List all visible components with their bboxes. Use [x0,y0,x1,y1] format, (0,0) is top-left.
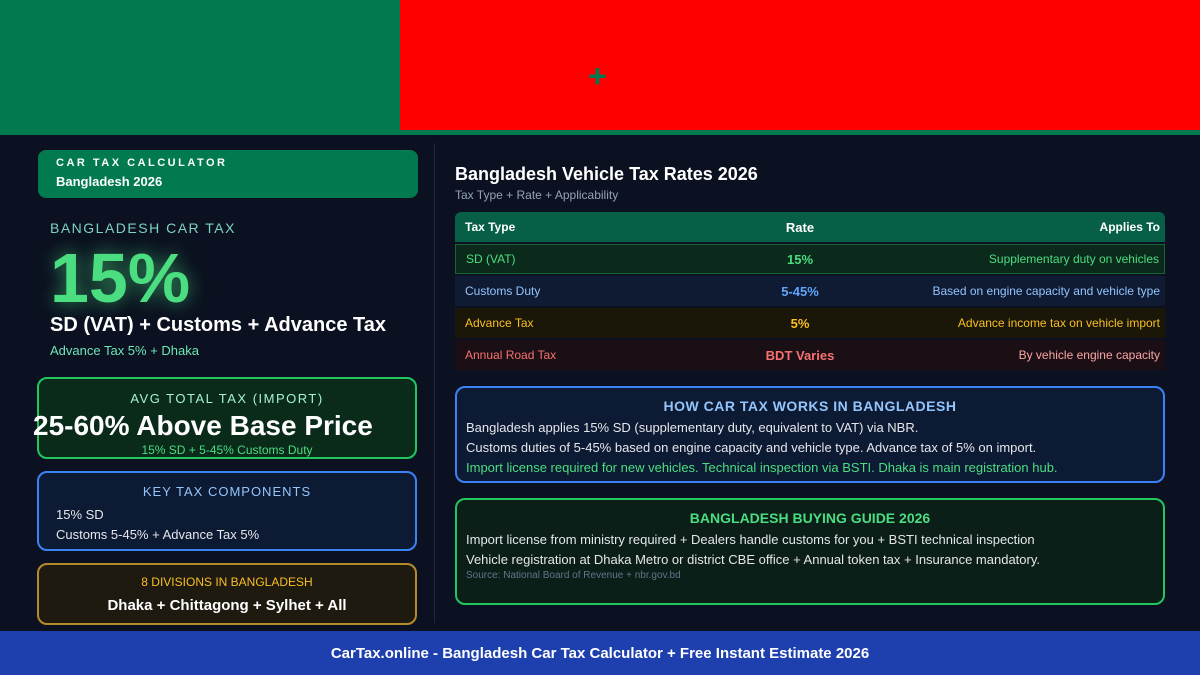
column-header-tax-type: Tax Type [465,220,516,234]
cell-tax-type: Customs Duty [465,284,541,298]
table-row: Annual Road Tax BDT Varies By vehicle en… [455,340,1165,370]
how-card-line: Import license required for new vehicles… [466,460,1058,475]
cell-rate: BDT Varies [765,347,835,363]
headline-rate: 15% [50,239,191,317]
table-row: Advance Tax 5% Advance income tax on veh… [455,308,1165,338]
column-header-applies-to: Applies To [1099,220,1160,234]
cell-applies-to: Supplementary duty on vehicles [988,252,1159,266]
avg-total-tax-value: 25-60% Above Base Price [33,410,373,441]
divisions-card: 8 DIVISIONS IN BANGLADESH Dhaka + Chitta… [37,563,417,625]
table-row: SD (VAT) 15% Supplementary duty on vehic… [455,244,1165,274]
how-card-line: Bangladesh applies 15% SD (supplementary… [466,420,919,435]
tax-rates-table: Tax Type Rate Applies To SD (VAT) 15% Su… [455,212,1165,370]
how-card-title: HOW CAR TAX WORKS IN BANGLADESH [663,398,957,414]
cell-rate: 5% [790,315,810,331]
key-tax-component-line: Customs 5-45% + Advance Tax 5% [56,527,260,542]
buying-guide-card: BANGLADESH BUYING GUIDE 2026 Import lice… [455,498,1165,605]
key-tax-component-line: 15% SD [56,507,104,522]
headline-description: SD (VAT) + Customs + Advance Tax [50,314,387,336]
cell-applies-to: By vehicle engine capacity [1018,348,1160,362]
plus-icon: + [588,58,607,94]
avg-total-tax-label: AVG TOTAL TAX (IMPORT) [130,391,324,406]
cell-applies-to: Based on engine capacity and vehicle typ… [932,284,1161,298]
calculator-country: Bangladesh 2026 [56,174,163,189]
calculator-card: CAR TAX CALCULATOR Bangladesh 2026 [38,150,418,198]
cell-tax-type: SD (VAT) [466,252,516,266]
flag-banner-red-block [400,0,1200,130]
footer-text: CarTax.online - Bangladesh Car Tax Calcu… [330,644,870,662]
rates-title: Bangladesh Vehicle Tax Rates 2026 [455,164,758,184]
cell-tax-type: Advance Tax [465,316,534,330]
avg-total-tax-subtext: 15% SD + 5-45% Customs Duty [141,443,313,457]
calculator-kicker: CAR TAX CALCULATOR [56,157,228,169]
cell-applies-to: Advance income tax on vehicle import [957,316,1160,330]
how-card-line: Customs duties of 5-45% based on engine … [466,440,1037,455]
guide-card-title: BANGLADESH BUYING GUIDE 2026 [689,510,931,526]
cell-rate: 5-45% [781,283,819,299]
cell-tax-type: Annual Road Tax [465,348,557,362]
headline-subtext: Advance Tax 5% + Dhaka [50,343,199,358]
guide-card-line: Vehicle registration at Dhaka Metro or d… [466,552,1040,567]
cell-rate: 15% [787,251,814,267]
divisions-label: 8 DIVISIONS IN BANGLADESH [141,575,313,589]
key-tax-components-label: KEY TAX COMPONENTS [142,484,312,499]
divisions-value: Dhaka + Chittagong + Sylhet + All [107,597,347,614]
guide-card-line: Import license from ministry required + … [466,532,1035,547]
footer-bar: CarTax.online - Bangladesh Car Tax Calcu… [0,631,1200,675]
column-header-rate: Rate [785,219,815,235]
rates-subtitle: Tax Type + Rate + Applicability [455,188,619,202]
headline-label: BANGLADESH CAR TAX [50,220,236,236]
table-row: Customs Duty 5-45% Based on engine capac… [455,276,1165,306]
column-divider [434,143,435,623]
guide-card-source: Source: National Board of Revenue + nbr.… [466,570,681,581]
table-header: Tax Type Rate Applies To [455,212,1165,242]
key-tax-components-card: KEY TAX COMPONENTS 15% SD Customs 5-45% … [37,471,417,551]
how-car-tax-works-card: HOW CAR TAX WORKS IN BANGLADESH Banglade… [455,386,1165,483]
